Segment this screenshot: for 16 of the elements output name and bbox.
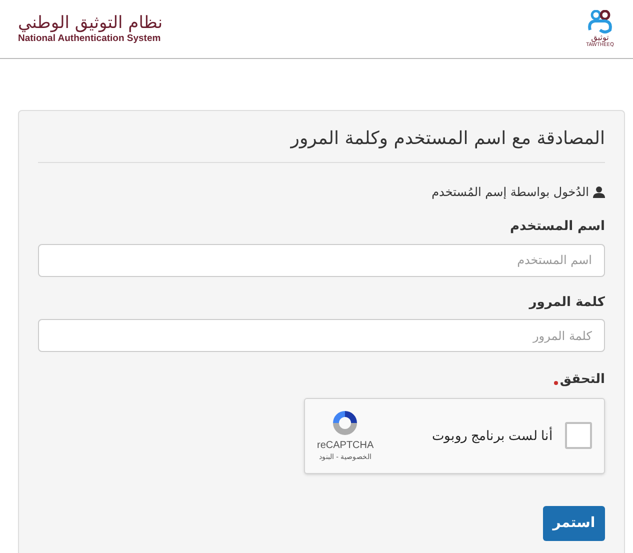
site-subtitle: National Authentication System bbox=[18, 34, 161, 44]
site-title: نظام التوثيق الوطني bbox=[18, 14, 163, 32]
input-field[interactable]: اسم المستخدم bbox=[38, 244, 605, 276]
captcha-brand: reCAPTCHA bbox=[317, 438, 374, 453]
user-icon bbox=[593, 186, 605, 198]
logo-icon bbox=[585, 10, 615, 34]
field-label: التحقق bbox=[560, 371, 605, 389]
captcha-checkbox[interactable] bbox=[565, 422, 592, 449]
captcha-label: أنا لست برنامج روبوت bbox=[432, 426, 553, 446]
field-label: اسم المستخدم bbox=[509, 218, 605, 236]
input-field[interactable]: كلمة المرور bbox=[38, 319, 605, 352]
logo-text: توثيق bbox=[591, 34, 609, 42]
card-title: المصادقة مع اسم المستخدم وكلمة المرور bbox=[38, 125, 605, 163]
section-heading: الدُخول بواسطة إسم المُستخدم bbox=[432, 184, 589, 201]
field-label: كلمة المرور bbox=[528, 294, 605, 312]
continue-button[interactable]: استمر bbox=[543, 506, 605, 540]
